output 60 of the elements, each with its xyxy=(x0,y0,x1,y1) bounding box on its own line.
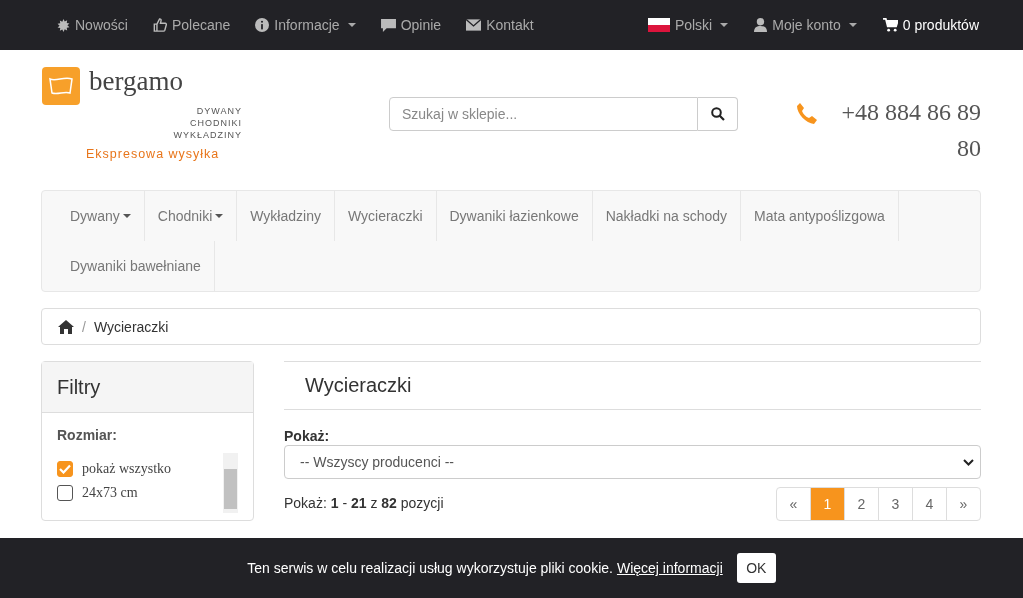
page-link[interactable]: « xyxy=(777,488,810,520)
cookie-message: Ten serwis w celu realizacji usług wykorzystuje pliki cookie. xyxy=(247,560,613,576)
page-link[interactable]: » xyxy=(946,488,980,520)
field-label: Pokaż: xyxy=(284,428,331,444)
category-link[interactable]: Nakładki na schody xyxy=(592,191,742,241)
chevron-down-icon xyxy=(963,458,974,466)
filter-option-label: pokaż wszystko xyxy=(82,461,172,477)
category-link[interactable]: Wycieraczki xyxy=(334,191,437,241)
manufacturer-select[interactable]: -- Wszyscy producenci -- xyxy=(284,445,981,479)
logo-icon xyxy=(42,67,80,105)
scrollbar[interactable] xyxy=(223,453,238,513)
category-link[interactable]: Wykładziny xyxy=(237,191,335,241)
category-link[interactable]: Dywaniki łazienkowe xyxy=(436,191,593,241)
ok-button[interactable]: OK xyxy=(736,553,776,583)
top-nav-link[interactable]: Informacje xyxy=(255,17,356,33)
breadcrumb-item: Wycieraczki xyxy=(93,318,169,335)
cart-link[interactable]: 0 produktów xyxy=(882,17,979,33)
thumbs-up-icon xyxy=(152,18,167,32)
results-summary: Pokaż: 1 - 21 z 82 pozycji xyxy=(284,495,444,513)
info-icon xyxy=(255,18,270,32)
logo-wordmark: bergamo xyxy=(89,68,183,94)
user-icon xyxy=(754,18,768,32)
account-menu[interactable]: Moje konto xyxy=(754,17,857,33)
filter-option-label: 24x73 cm xyxy=(82,485,138,501)
search-field[interactable]: Szukaj w sklepie... xyxy=(389,97,698,131)
burst-icon xyxy=(57,18,70,32)
panel-title: Filtry xyxy=(57,375,101,399)
checkbox[interactable] xyxy=(57,485,73,501)
phone-number: +48 884 86 89 80 xyxy=(840,98,981,163)
logo-subtitle: WYKŁADZINY xyxy=(172,129,242,141)
breadcrumb-separator: / xyxy=(82,318,86,335)
top-nav-link[interactable]: Nowości xyxy=(57,17,128,33)
search-icon xyxy=(710,107,725,121)
caret-icon xyxy=(720,23,729,27)
more-info-link[interactable]: Więcej informacji xyxy=(616,560,723,576)
logo-tagline: Ekspresowa wysyłka xyxy=(86,147,220,161)
cart-icon xyxy=(882,18,898,32)
logo-subtitle: CHODNIKI xyxy=(189,117,242,129)
page-link[interactable]: 2 xyxy=(844,488,878,520)
page-link[interactable]: 4 xyxy=(912,488,946,520)
top-nav-link[interactable]: Kontakt xyxy=(466,17,534,33)
envelope-icon xyxy=(466,19,482,31)
category-link[interactable]: Dywany xyxy=(57,191,145,241)
search-button[interactable] xyxy=(698,97,738,131)
page-title: Wycieraczki xyxy=(284,361,981,410)
category-link[interactable]: Mata antypoślizgowa xyxy=(741,191,899,241)
filter-group-label: Rozmiar: xyxy=(57,427,118,443)
caret-icon xyxy=(848,23,857,27)
top-nav-link[interactable]: Polecane xyxy=(152,17,231,33)
language-menu[interactable]: Polski xyxy=(647,17,729,33)
home-icon[interactable] xyxy=(58,319,74,334)
phone-icon xyxy=(796,102,818,124)
category-link[interactable]: Dywaniki bawełniane xyxy=(57,241,215,291)
flag-icon xyxy=(647,18,670,32)
category-link[interactable]: Chodniki xyxy=(144,191,238,241)
logo-subtitle: DYWANY xyxy=(195,105,242,117)
page-link[interactable]: 3 xyxy=(878,488,912,520)
comment-icon xyxy=(380,18,396,32)
checkbox[interactable] xyxy=(57,461,73,477)
top-nav-link[interactable]: Opinie xyxy=(380,17,442,33)
